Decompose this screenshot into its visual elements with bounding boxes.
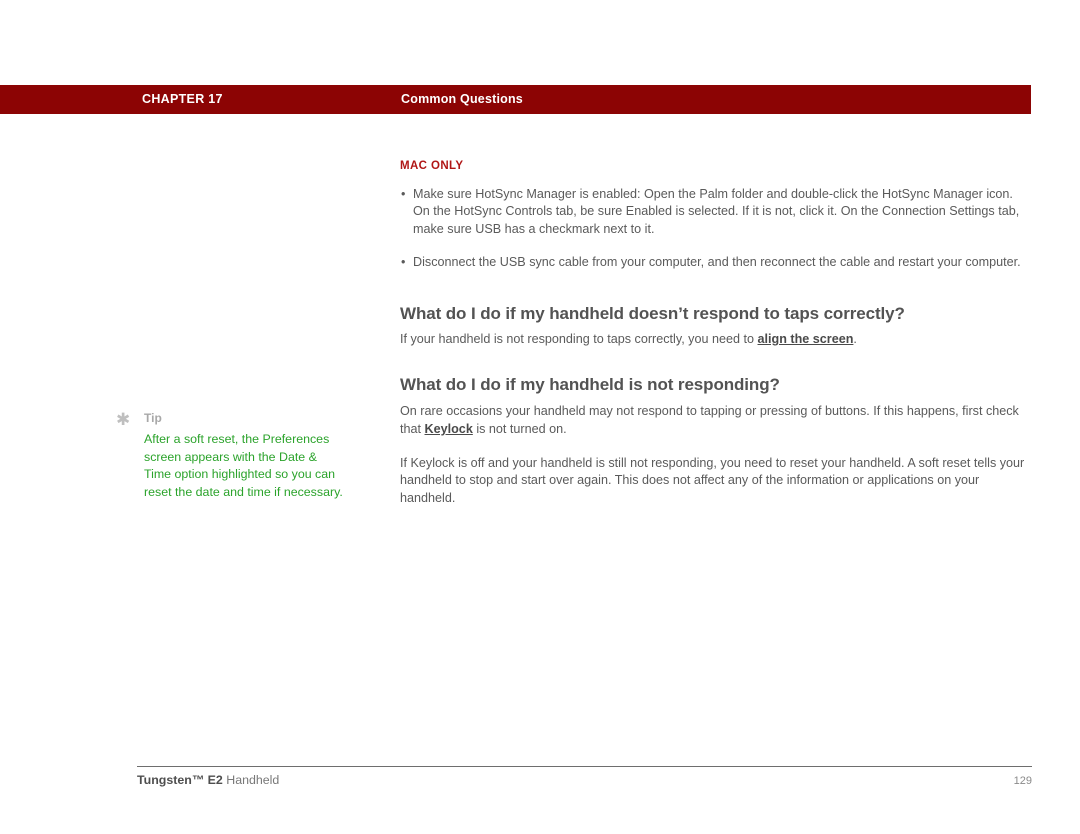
page-number: 129 bbox=[1013, 775, 1032, 787]
list-item: • Disconnect the USB sync cable from you… bbox=[400, 254, 1032, 271]
question-answer: On rare occasions your handheld may not … bbox=[400, 403, 1032, 438]
mac-only-kicker: MAC ONLY bbox=[400, 160, 464, 172]
tip-label: Tip bbox=[144, 411, 162, 425]
question-section-responding: What do I do if my handheld is not respo… bbox=[400, 375, 1032, 506]
keylock-link[interactable]: Keylock bbox=[425, 422, 473, 436]
list-item: • Make sure HotSync Manager is enabled: … bbox=[400, 186, 1032, 238]
question-answer-continued: If Keylock is off and your handheld is s… bbox=[400, 456, 1025, 505]
question-answer: If your handheld is not responding to ta… bbox=[400, 331, 1032, 348]
answer-text-lead: If your handheld is not responding to ta… bbox=[400, 332, 758, 347]
section-title: Common Questions bbox=[401, 92, 523, 106]
tip-text: After a soft reset, the Preferences scre… bbox=[144, 432, 343, 499]
question-heading: What do I do if my handheld is not respo… bbox=[400, 375, 780, 395]
align-the-screen-link[interactable]: align the screen bbox=[758, 332, 854, 346]
question-section-taps: What do I do if my handheld doesn’t resp… bbox=[400, 304, 1032, 348]
answer-text-tail: . bbox=[853, 332, 857, 347]
answer-text-tail: is not turned on. bbox=[472, 421, 567, 436]
list-item-text: Disconnect the USB sync cable from your … bbox=[413, 254, 1021, 269]
bullet-marker: • bbox=[401, 254, 406, 269]
tip-callout: ✱ Tip After a soft reset, the Preference… bbox=[116, 411, 346, 501]
list-item-text: Make sure HotSync Manager is enabled: Op… bbox=[413, 187, 1020, 236]
main-content: MAC ONLY • Make sure HotSync Manager is … bbox=[400, 160, 1032, 507]
mac-only-bullet-list: • Make sure HotSync Manager is enabled: … bbox=[400, 186, 1032, 271]
question-heading: What do I do if my handheld doesn’t resp… bbox=[400, 304, 905, 324]
footer-product: Tungsten™ E2 Handheld bbox=[137, 773, 279, 787]
asterisk-icon: ✱ bbox=[116, 410, 131, 429]
tip-header: ✱ Tip bbox=[116, 411, 346, 429]
bullet-marker: • bbox=[401, 187, 406, 201]
footer-divider bbox=[137, 766, 1032, 767]
footer-brand: Tungsten™ E2 bbox=[137, 773, 223, 787]
chapter-label: CHAPTER 17 bbox=[142, 92, 223, 106]
footer-product-name: Handheld bbox=[222, 773, 280, 787]
